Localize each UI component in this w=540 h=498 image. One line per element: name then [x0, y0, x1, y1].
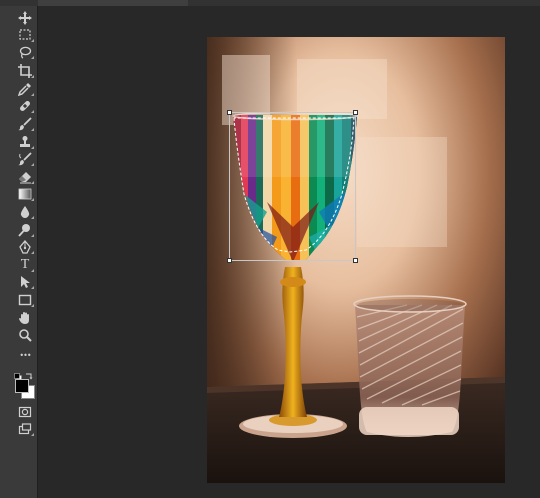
tools-panel: T ••• [0, 6, 38, 498]
move-icon [18, 11, 32, 25]
default-colors-icon[interactable] [14, 366, 22, 381]
healing-brush-icon [18, 99, 32, 113]
rectangular-marquee-icon [18, 28, 32, 42]
zoom-icon [18, 328, 32, 342]
history-brush-tool[interactable] [14, 151, 36, 167]
transform-handle-top-right[interactable] [353, 110, 358, 115]
lasso-icon [18, 45, 32, 59]
type-icon: T [20, 257, 30, 272]
quick-mask-icon [18, 405, 32, 419]
healing-brush-tool[interactable] [14, 98, 36, 114]
blur-tool[interactable] [14, 204, 36, 220]
screen-mode-icon [18, 422, 32, 436]
path-selection-icon [18, 275, 32, 289]
gradient-icon [18, 187, 32, 201]
swap-colors-icon[interactable] [25, 365, 33, 380]
foreground-color-swatch[interactable] [15, 379, 29, 393]
transform-handle-bottom-right[interactable] [353, 258, 358, 263]
dodge-icon [18, 223, 32, 237]
crop-icon [18, 64, 32, 78]
clone-stamp-icon [18, 135, 32, 149]
brush-icon [18, 117, 32, 131]
rectangular-marquee-tool[interactable] [14, 27, 36, 43]
more-icon: ••• [19, 351, 31, 360]
clone-stamp-tool[interactable] [14, 134, 36, 150]
quick-mask-button[interactable] [14, 404, 36, 420]
dodge-tool[interactable] [14, 222, 36, 238]
pen-tool[interactable] [14, 239, 36, 255]
move-tool[interactable] [14, 10, 36, 26]
eraser-tool[interactable] [14, 169, 36, 185]
pen-icon [18, 240, 32, 254]
crop-tool[interactable] [14, 63, 36, 79]
transform-handle-top-left[interactable] [227, 110, 232, 115]
eyedropper-tool[interactable] [14, 81, 36, 97]
screen-mode-button[interactable] [14, 421, 36, 437]
zoom-tool[interactable] [14, 327, 36, 343]
eraser-icon [18, 170, 32, 184]
color-swatches [14, 373, 36, 400]
type-tool[interactable]: T [14, 257, 36, 273]
brush-tool[interactable] [14, 116, 36, 132]
lasso-tool[interactable] [14, 44, 36, 60]
rectangle-shape-icon [18, 293, 32, 307]
hand-tool[interactable] [14, 310, 36, 326]
path-selection-tool[interactable] [14, 274, 36, 290]
edit-toolbar-button[interactable]: ••• [14, 348, 36, 364]
transform-handle-bottom-left[interactable] [227, 258, 232, 263]
hand-icon [18, 311, 32, 325]
eyedropper-icon [18, 82, 32, 96]
gradient-tool[interactable] [14, 186, 36, 202]
transform-bounding-box[interactable] [227, 110, 358, 263]
history-brush-icon [18, 152, 32, 166]
blur-icon [18, 205, 32, 219]
rectangle-shape-tool[interactable] [14, 292, 36, 308]
